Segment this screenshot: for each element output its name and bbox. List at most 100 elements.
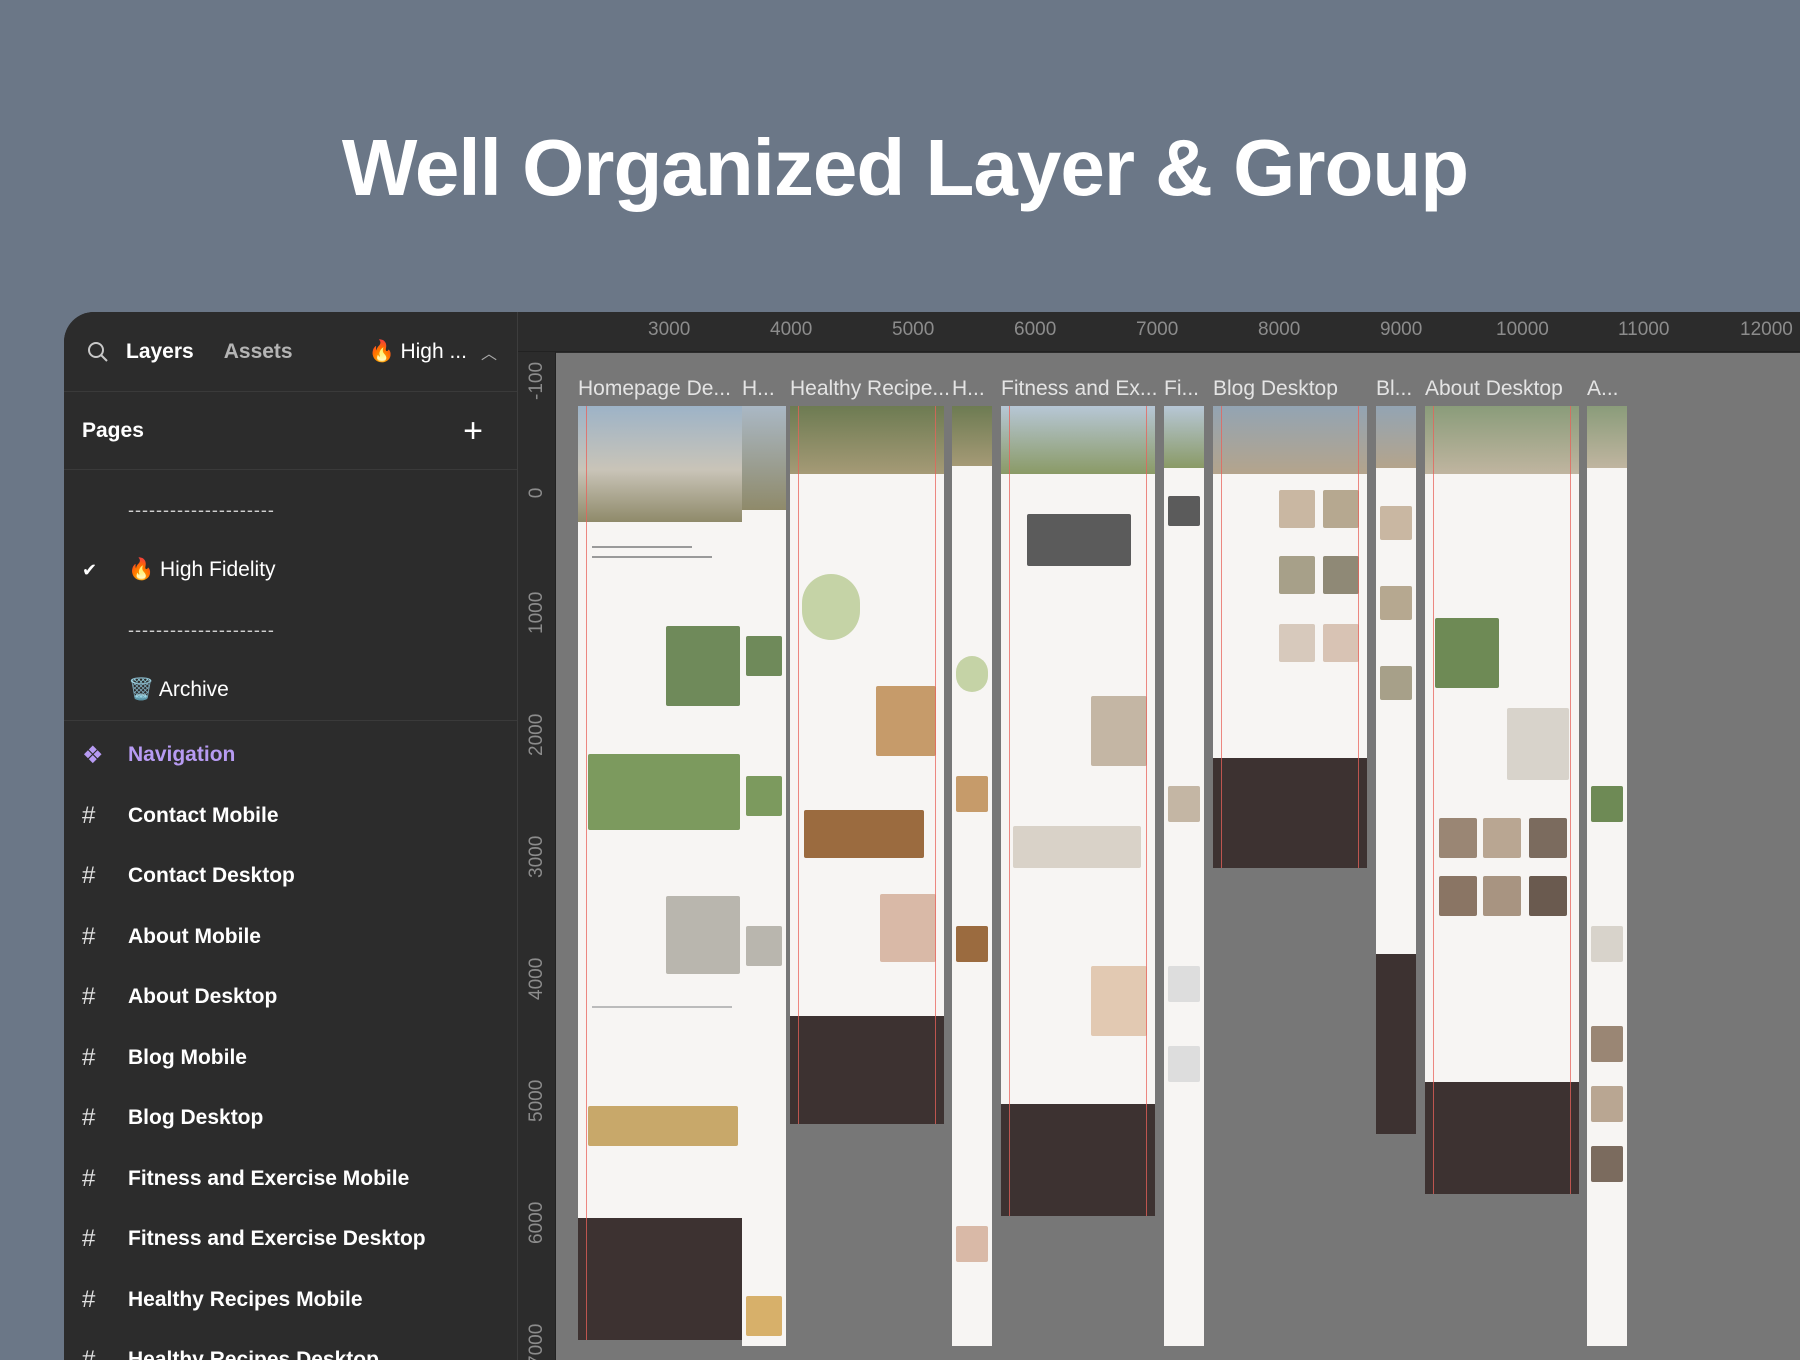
frame-about-desktop[interactable] <box>1425 406 1579 1194</box>
page-item-separator[interactable]: --------------------- <box>64 600 517 660</box>
frame-homepage-desktop[interactable] <box>578 406 754 1340</box>
layer-contact-mobile[interactable]: # Contact Mobile <box>64 786 517 847</box>
page-item-high-fidelity[interactable]: ✔ 🔥 High Fidelity <box>64 540 517 600</box>
text-line <box>592 1006 732 1008</box>
photo <box>1323 556 1359 594</box>
frame-fitness-mobile[interactable] <box>1164 406 1204 1346</box>
ruler-tick: 4000 <box>770 319 813 340</box>
ruler-tick: -100 <box>526 361 547 400</box>
hero-image <box>1001 406 1155 474</box>
photo <box>1168 1046 1200 1082</box>
photo <box>880 894 936 962</box>
layout-guide <box>1358 406 1359 868</box>
tab-assets[interactable]: Assets <box>224 340 293 364</box>
frame-fitness-desktop[interactable] <box>1001 406 1155 1216</box>
page-switcher[interactable]: 🔥 High ... ︿ <box>368 340 497 364</box>
photo <box>1279 624 1315 662</box>
footer <box>578 1218 754 1340</box>
layer-recipes-desktop[interactable]: # Healthy Recipes Desktop <box>64 1330 517 1360</box>
frame-label[interactable]: Fi... <box>1164 377 1199 401</box>
photo <box>1323 490 1359 528</box>
frame-icon: # <box>82 1164 96 1192</box>
frame-healthy-recipes-mobile[interactable] <box>952 406 992 1346</box>
photo <box>666 896 740 974</box>
frame-blog-mobile[interactable] <box>1376 406 1416 1134</box>
layout-guide <box>1009 406 1010 1216</box>
hero-image <box>1213 406 1367 474</box>
search-icon[interactable] <box>86 340 110 364</box>
layers-panel: Layers Assets 🔥 High ... ︿ Pages + -----… <box>64 312 518 1360</box>
layer-fitness-desktop[interactable]: # Fitness and Exercise Desktop <box>64 1209 517 1270</box>
photo <box>1279 556 1315 594</box>
ruler-tick: 3000 <box>648 319 691 340</box>
tab-layers[interactable]: Layers <box>126 340 194 364</box>
layer-about-mobile[interactable]: # About Mobile <box>64 907 517 968</box>
frame-icon: # <box>82 1346 96 1360</box>
ruler-tick: 7000 <box>526 1323 547 1360</box>
frame-label[interactable]: Fitness and Ex... <box>1001 377 1157 401</box>
photo <box>1435 618 1499 688</box>
photo <box>746 1296 782 1336</box>
footer <box>1213 758 1367 868</box>
frame-label[interactable]: Healthy Recipe... <box>790 377 950 401</box>
layer-fitness-mobile[interactable]: # Fitness and Exercise Mobile <box>64 1149 517 1210</box>
frame-label[interactable]: Bl... <box>1376 377 1412 401</box>
frame-label[interactable]: About Desktop <box>1425 377 1563 401</box>
photo <box>1279 490 1315 528</box>
photo <box>1168 966 1200 1002</box>
photo <box>802 574 860 640</box>
frame-about-mobile[interactable] <box>1587 406 1627 1346</box>
page-switcher-label: 🔥 High ... <box>368 339 467 363</box>
photo <box>1380 666 1412 700</box>
photo <box>1591 1086 1623 1122</box>
photo <box>956 776 988 812</box>
hero-image <box>1587 406 1627 468</box>
ruler-tick: 10000 <box>1496 319 1549 340</box>
photo <box>1027 514 1131 566</box>
frame-label[interactable]: H... <box>742 377 775 401</box>
frame-homepage-mobile[interactable] <box>742 406 786 1346</box>
photo <box>1591 786 1623 822</box>
layer-blog-desktop[interactable]: # Blog Desktop <box>64 1088 517 1149</box>
ruler-tick: 2000 <box>526 713 547 756</box>
layer-blog-mobile[interactable]: # Blog Mobile <box>64 1028 517 1089</box>
layer-contact-desktop[interactable]: # Contact Desktop <box>64 846 517 907</box>
ruler-tick: 3000 <box>526 835 547 878</box>
frame-blog-desktop[interactable] <box>1213 406 1367 868</box>
layer-list: ❖ Navigation # Contact Mobile # Contact … <box>64 721 517 1360</box>
layer-navigation[interactable]: ❖ Navigation <box>64 725 517 786</box>
layer-about-desktop[interactable]: # About Desktop <box>64 967 517 1028</box>
layer-recipes-mobile[interactable]: # Healthy Recipes Mobile <box>64 1270 517 1331</box>
frame-healthy-recipes-desktop[interactable] <box>790 406 944 1124</box>
photo <box>956 656 988 692</box>
chevron-up-icon: ︿ <box>480 345 497 363</box>
page-item-archive[interactable]: 🗑️ Archive <box>64 660 517 720</box>
frame-label[interactable]: A... <box>1587 377 1619 401</box>
frame-label[interactable]: H... <box>952 377 985 401</box>
photo <box>1591 1146 1623 1182</box>
add-page-icon[interactable]: + <box>463 414 483 448</box>
photo <box>746 926 782 966</box>
text-line <box>592 556 712 558</box>
ruler-tick: 0 <box>526 487 547 499</box>
ruler-tick: 8000 <box>1258 319 1301 340</box>
layout-guide <box>1146 406 1147 1216</box>
ruler-tick: 1000 <box>526 591 547 634</box>
design-canvas[interactable]: Homepage De... H... Healthy Recipe... H.… <box>556 353 1800 1360</box>
photo <box>1323 624 1359 662</box>
layout-guide <box>798 406 799 1124</box>
ruler-horizontal: 3000 4000 5000 6000 7000 8000 9000 10000… <box>518 312 1800 352</box>
ruler-tick: 6000 <box>1014 319 1057 340</box>
panel-toolbar: Layers Assets 🔥 High ... ︿ <box>64 312 517 392</box>
footer <box>1425 1082 1579 1194</box>
ruler-tick: 7000 <box>1136 319 1179 340</box>
photo <box>1168 496 1200 526</box>
photo <box>876 686 936 756</box>
ruler-tick: 11000 <box>1618 319 1670 340</box>
photo <box>588 1106 738 1146</box>
frame-label[interactable]: Blog Desktop <box>1213 377 1338 401</box>
frame-label[interactable]: Homepage De... <box>578 377 731 401</box>
layout-guide <box>1570 406 1571 1194</box>
component-icon: ❖ <box>82 741 104 769</box>
page-item-separator[interactable]: --------------------- <box>64 480 517 540</box>
